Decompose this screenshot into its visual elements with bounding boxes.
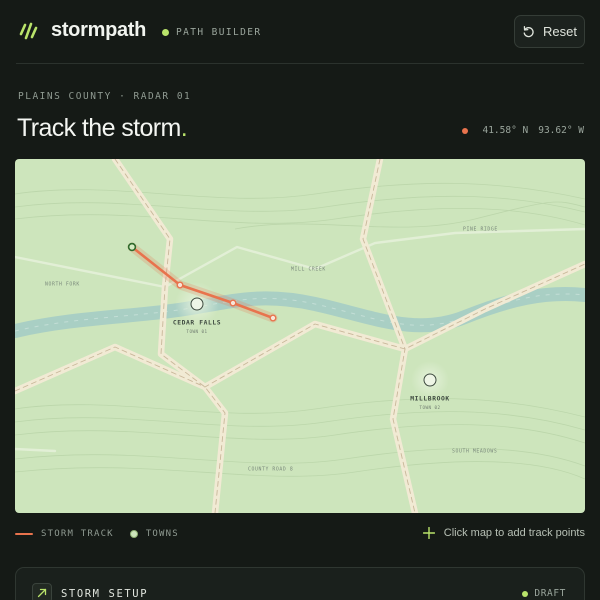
longitude-value: 93.62° W [538,125,584,136]
storm-track-line-icon [15,533,33,535]
breadcrumb: PLAINS COUNTY · RADAR 01 [18,91,192,102]
main-roads [15,159,585,513]
header-divider [16,63,584,64]
page-title: Track the storm. [17,114,188,143]
reset-icon [523,26,534,38]
place-label-south-meadows: SOUTH MEADOWS [452,449,497,455]
arrow-up-right-icon [37,588,47,598]
page-title-accent: . [180,114,188,142]
map-legend: STORM TRACK TOWNS [15,529,179,539]
latitude-value: 41.58° N [482,125,529,136]
app-header: stormpath PATH BUILDER Reset [0,0,600,64]
map-canvas[interactable]: CEDAR FALLS TOWN 01 MILLBROOK TOWN 02 NO… [15,159,585,513]
page-title-text: Track the storm [17,114,181,142]
legend-towns-label: TOWNS [145,529,179,539]
track-point-start[interactable] [127,242,137,252]
plus-icon [422,527,435,539]
reset-button-label: Reset [543,24,577,39]
status-badge: DRAFT [522,588,566,599]
status-label: DRAFT [534,588,566,599]
town-name-millbrook: MILLBROOK [410,396,450,403]
brand-name: stormpath [51,19,147,41]
mode-label: PATH BUILDER [176,27,262,38]
town-millbrook[interactable]: MILLBROOK TOWN 02 [410,361,450,410]
town-dot-icon [129,530,138,538]
location-dot-icon [462,127,469,134]
panel-title: STORM SETUP [61,588,149,600]
track-point-end[interactable] [269,314,277,322]
track-point[interactable] [176,281,184,289]
town-sub-millbrook: TOWN 02 [419,405,440,410]
map-hint-text: Click map to add track points [443,527,585,539]
place-label-mill-creek: MILL CREEK [291,267,326,273]
mode-indicator-dot [162,29,169,36]
place-label-north-fork: NORTH FORK [45,282,80,288]
town-name-cedar-falls: CEDAR FALLS [173,320,221,327]
stormpath-logo-icon [19,22,38,40]
storm-setup-panel[interactable]: STORM SETUP DRAFT [15,567,585,600]
place-label-county-road-8: COUNTY ROAD 8 [248,467,293,473]
track-point[interactable] [229,299,237,307]
place-label-pine-ridge: PINE RIDGE [463,227,498,233]
reset-button[interactable]: Reset [514,15,585,48]
storm-map[interactable]: CEDAR FALLS TOWN 01 MILLBROOK TOWN 02 NO… [15,159,585,513]
map-hint: Click map to add track points [422,527,585,539]
legend-storm-track-label: STORM TRACK [41,529,114,539]
town-sub-cedar-falls: TOWN 01 [186,329,207,334]
coordinates-readout: 41.58° N 93.62° W [462,125,584,136]
panel-icon-box [32,583,52,600]
status-dot-icon [522,590,529,597]
